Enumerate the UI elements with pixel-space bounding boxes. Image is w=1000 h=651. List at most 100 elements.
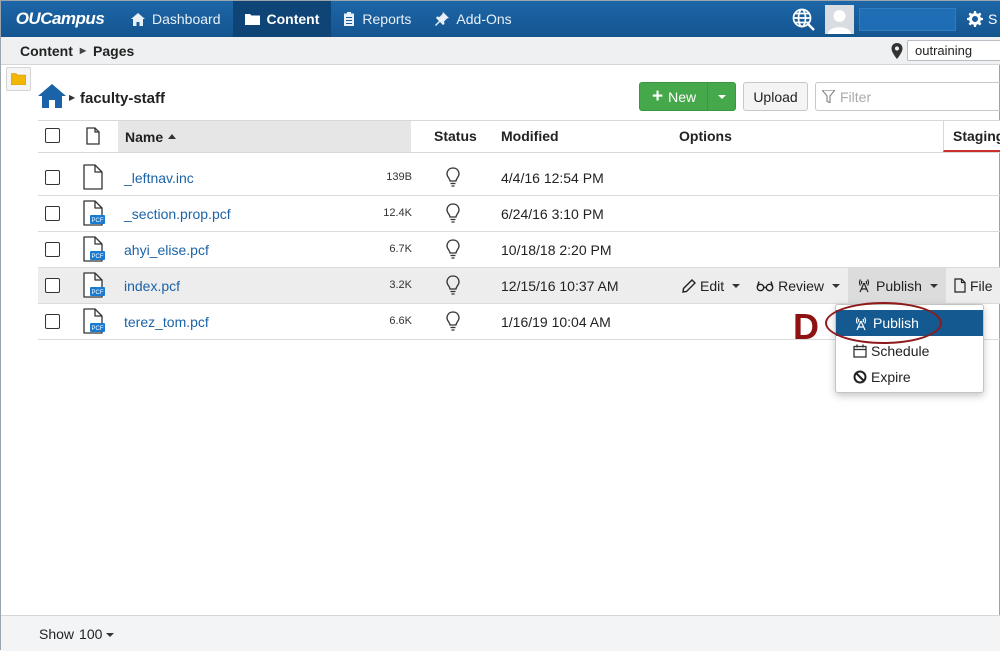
broadcast-icon (858, 279, 870, 293)
settings-label: S (988, 11, 998, 27)
file-size: 6.6K (389, 315, 412, 327)
table-row[interactable]: _leftnav.inc 139B 4/4/16 12:54 PM (38, 160, 1000, 196)
nav-dashboard-label: Dashboard (152, 11, 221, 27)
caret-down-icon (106, 632, 115, 637)
pin-icon (435, 12, 450, 26)
menu-item-expire[interactable]: Expire (836, 364, 983, 390)
svg-text:PCF: PCF (92, 290, 104, 296)
review-button[interactable]: Review (748, 268, 848, 303)
home-icon (131, 12, 145, 26)
new-button[interactable]: + New (639, 82, 736, 111)
file-type-icon (86, 127, 100, 145)
current-folder-title: faculty-staff (80, 90, 166, 107)
nav-reports[interactable]: Reports (331, 1, 423, 37)
glasses-icon (756, 280, 774, 291)
row-checkbox[interactable] (45, 170, 60, 185)
select-all-checkbox[interactable] (45, 128, 60, 143)
column-status[interactable]: Status (434, 128, 477, 144)
row-checkbox[interactable] (45, 314, 60, 329)
publish-button[interactable]: Publish (848, 268, 946, 303)
ban-icon (853, 370, 867, 384)
new-dropdown-toggle[interactable] (708, 83, 735, 110)
table-row[interactable]: PCF index.pcf 3.2K 12/15/16 10:37 AM Edit Rev… (38, 268, 1000, 304)
publish-label: Publish (876, 277, 922, 294)
table-row[interactable]: PCF _section.prop.pcf 12.4K 6/24/16 3:10 PM (38, 196, 1000, 232)
svg-text:PCF: PCF (92, 218, 104, 224)
lightbulb-icon[interactable] (445, 275, 461, 295)
new-button-label: New (668, 88, 697, 105)
modified-date: 6/24/16 3:10 PM (501, 206, 604, 222)
app-logo[interactable]: OUCampus (1, 1, 119, 37)
caret-down-icon (832, 283, 841, 288)
file-name-link[interactable]: _leftnav.inc (124, 170, 194, 186)
breadcrumb-pages[interactable]: Pages (93, 43, 134, 59)
folder-icon (244, 14, 260, 25)
row-checkbox[interactable] (45, 242, 60, 257)
nav-dashboard[interactable]: Dashboard (119, 1, 233, 37)
path-separator-icon: ▶ (69, 93, 76, 102)
file-label: File (969, 277, 993, 294)
table-row[interactable]: PCF ahyi_elise.pcf 6.7K 10/18/18 2:20 PM (38, 232, 1000, 268)
new-button-main[interactable]: + New (640, 83, 708, 110)
modified-date: 4/4/16 12:54 PM (501, 170, 604, 186)
username-box[interactable] (859, 8, 956, 31)
file-size: 12.4K (383, 207, 412, 219)
avatar[interactable] (825, 5, 854, 34)
gear-icon (967, 11, 983, 27)
breadcrumb-content[interactable]: Content (20, 43, 73, 59)
filter-input[interactable]: Filter (815, 82, 1000, 111)
nav-content[interactable]: Content (232, 1, 332, 37)
top-nav: OUCampus Dashboard Content Reports Add-O… (1, 1, 1000, 37)
file-name-link[interactable]: terez_tom.pcf (124, 314, 209, 330)
file-name-link[interactable]: _section.prop.pcf (124, 206, 231, 222)
nav-addons-label: Add-Ons (456, 11, 512, 27)
show-label: Show (39, 625, 75, 642)
column-options: Options (679, 128, 732, 144)
column-staging[interactable]: Staging (943, 121, 1000, 152)
menu-item-expire-label: Expire (871, 369, 911, 385)
upload-button[interactable]: Upload (743, 82, 808, 111)
row-options: Edit Review Publish File (674, 268, 1000, 303)
site-selector[interactable]: outraining (907, 40, 1000, 61)
file-name-link[interactable]: index.pcf (124, 278, 180, 294)
file-button[interactable]: File (946, 268, 1000, 303)
column-staging-label: Staging (953, 128, 1000, 144)
pagination-footer: Show 100 (1, 615, 1000, 651)
page-size-select[interactable]: 100 (79, 625, 115, 642)
breadcrumb: Content ▶ Pages (1, 37, 1000, 65)
table-header: Name Status Modified Options Staging (38, 120, 1000, 153)
row-checkbox[interactable] (45, 206, 60, 221)
file-size: 139B (386, 171, 412, 183)
plus-icon: + (652, 86, 664, 107)
lightbulb-icon[interactable] (445, 167, 461, 187)
svg-text:PCF: PCF (92, 326, 104, 332)
page-size-value: 100 (79, 625, 103, 642)
column-name[interactable]: Name (118, 121, 411, 152)
caret-down-icon (717, 94, 726, 99)
caret-down-icon (929, 283, 938, 288)
column-modified[interactable]: Modified (501, 128, 559, 144)
nav-content-label: Content (266, 11, 320, 27)
lightbulb-icon[interactable] (445, 311, 461, 331)
app-window: OUCampus Dashboard Content Reports Add-O… (0, 0, 1000, 651)
file-name-link[interactable]: ahyi_elise.pcf (124, 242, 209, 258)
file-icon: PCF (83, 272, 105, 298)
modified-date: 10/18/18 2:20 PM (501, 242, 612, 258)
nav-reports-label: Reports (362, 11, 412, 27)
edit-button[interactable]: Edit (674, 268, 748, 303)
filter-icon (822, 90, 835, 103)
home-icon[interactable] (38, 84, 66, 108)
annotation-letter: D (793, 306, 819, 347)
menu-item-schedule-label: Schedule (871, 343, 930, 359)
settings-button[interactable]: S (967, 1, 997, 37)
modified-date: 12/15/16 10:37 AM (501, 278, 619, 294)
modified-date: 1/16/19 10:04 AM (501, 314, 611, 330)
row-checkbox[interactable] (45, 278, 60, 293)
file-icon (83, 164, 103, 190)
globe-icon[interactable] (791, 7, 815, 31)
column-name-label: Name (125, 128, 164, 145)
lightbulb-icon[interactable] (445, 203, 461, 223)
nav-addons[interactable]: Add-Ons (423, 1, 523, 37)
lightbulb-icon[interactable] (445, 239, 461, 259)
folder-tree-toggle[interactable] (6, 67, 31, 91)
